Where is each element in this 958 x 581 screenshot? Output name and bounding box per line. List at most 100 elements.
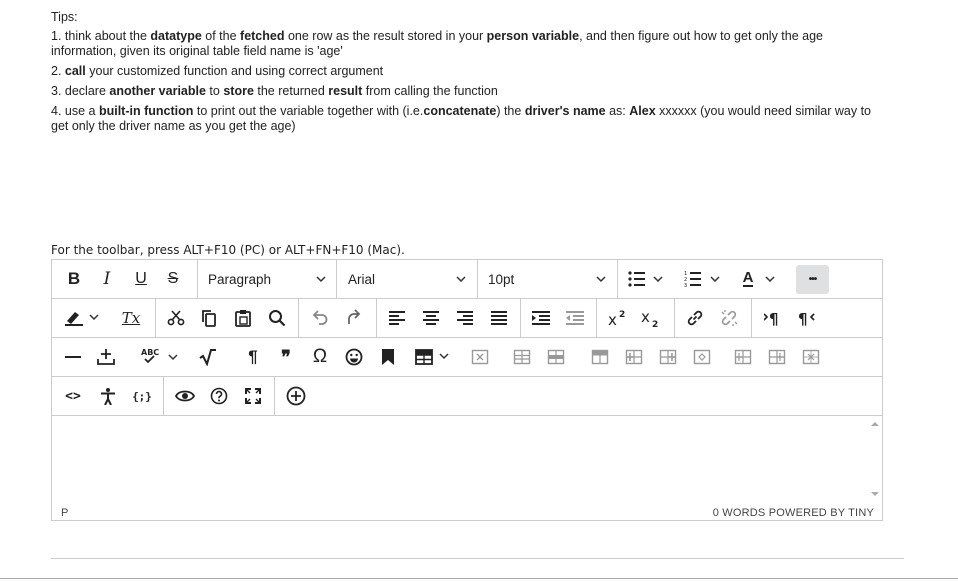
editor-content-area[interactable] bbox=[52, 416, 882, 504]
add-plugin-button[interactable] bbox=[285, 383, 307, 409]
delete-row-button[interactable] bbox=[589, 344, 611, 370]
bold-button[interactable]: B bbox=[64, 266, 84, 292]
scroll-down-icon[interactable] bbox=[870, 490, 880, 498]
toolbar-row-1: B I U S Paragraph Arial 10pt 123 A ••• bbox=[52, 260, 882, 299]
block-format-value: Paragraph bbox=[208, 271, 272, 287]
justify-button[interactable] bbox=[488, 305, 510, 331]
bookmark-icon bbox=[382, 349, 394, 365]
help-icon bbox=[210, 387, 228, 405]
superscript-button[interactable]: x2 bbox=[607, 305, 631, 331]
copy-icon bbox=[202, 310, 216, 327]
tip-bold-text: concatenate bbox=[423, 104, 497, 118]
col-insert-before-button[interactable] bbox=[623, 344, 645, 370]
font-size-select[interactable]: 10pt bbox=[488, 266, 610, 292]
numbered-list-button[interactable]: 123 bbox=[683, 266, 725, 292]
tip-item-3: 3. declare another variable to store the… bbox=[51, 84, 891, 99]
bullet-list-icon bbox=[628, 271, 663, 287]
font-color-button[interactable]: A bbox=[738, 266, 784, 292]
toolbar-separator bbox=[477, 260, 478, 298]
special-character-button[interactable]: Ω bbox=[309, 344, 331, 370]
table-cell-props-button[interactable] bbox=[732, 344, 754, 370]
spellcheck-icon: ABC bbox=[141, 348, 178, 364]
accessibility-button[interactable] bbox=[97, 383, 119, 409]
tip-text: to bbox=[205, 84, 224, 98]
toolbar-row-2: Tx x 2 x 2 ¶ ¶ bbox=[52, 299, 882, 338]
svg-text:2: 2 bbox=[652, 320, 658, 327]
equation-button[interactable] bbox=[197, 344, 219, 370]
tip-text: your customized function and using corre… bbox=[85, 64, 384, 78]
block-format-select[interactable]: Paragraph bbox=[208, 266, 330, 292]
rtl-button[interactable]: ¶ bbox=[796, 305, 818, 331]
row-insert-after-button[interactable] bbox=[545, 344, 567, 370]
redo-button[interactable] bbox=[343, 305, 365, 331]
code-sample-button[interactable]: {;} bbox=[130, 383, 154, 409]
insert-link-button[interactable] bbox=[684, 305, 706, 331]
delete-table-button[interactable] bbox=[469, 344, 491, 370]
pilcrow-button[interactable]: ¶ bbox=[242, 344, 264, 370]
find-replace-button[interactable] bbox=[266, 305, 288, 331]
copy-button[interactable] bbox=[198, 305, 220, 331]
ltr-button[interactable]: ¶ bbox=[762, 305, 784, 331]
blockquote-button[interactable]: ❞ bbox=[275, 344, 297, 370]
svg-text:x: x bbox=[641, 309, 650, 326]
element-path[interactable]: P bbox=[61, 507, 68, 519]
row-insert-before-button[interactable] bbox=[511, 344, 533, 370]
col-after-icon bbox=[659, 349, 677, 365]
editor-status-bar: P 0 WORDS POWERED BY TINY bbox=[52, 504, 882, 521]
fullscreen-icon bbox=[245, 388, 261, 404]
tips-section: Tips: 1. think about the datatype of the… bbox=[51, 10, 891, 139]
tip-item-1: 1. think about the datatype of the fetch… bbox=[51, 29, 891, 59]
scroll-up-icon[interactable] bbox=[870, 420, 880, 428]
insert-content-button[interactable] bbox=[95, 344, 117, 370]
undo-button[interactable] bbox=[309, 305, 331, 331]
insert-plus-icon bbox=[97, 349, 115, 365]
bullet-list-button[interactable] bbox=[626, 266, 668, 292]
row-before-icon bbox=[513, 349, 531, 365]
help-button[interactable] bbox=[208, 383, 230, 409]
svg-text:3: 3 bbox=[684, 283, 687, 288]
cut-button[interactable] bbox=[165, 305, 187, 331]
delete-col-icon bbox=[693, 349, 711, 365]
merge-cells-button[interactable] bbox=[766, 344, 788, 370]
underline-button[interactable]: U bbox=[131, 266, 151, 292]
emoticons-button[interactable] bbox=[343, 344, 365, 370]
preview-button[interactable] bbox=[174, 383, 196, 409]
tip-bold-text: built-in function bbox=[98, 104, 194, 118]
strikethrough-button[interactable]: S bbox=[163, 266, 183, 292]
more-options-button[interactable]: ••• bbox=[796, 265, 829, 294]
tip-bold-text: Alex bbox=[629, 104, 656, 118]
align-center-button[interactable] bbox=[420, 305, 442, 331]
horizontal-line-button[interactable] bbox=[62, 344, 84, 370]
outdent-button[interactable] bbox=[564, 305, 586, 331]
subscript-button[interactable]: x2 bbox=[640, 305, 664, 331]
indent-button[interactable] bbox=[530, 305, 552, 331]
toolbar-separator bbox=[520, 299, 521, 337]
tip-bold-text: datatype bbox=[150, 29, 202, 43]
source-code-button[interactable]: <> bbox=[62, 383, 84, 409]
align-right-button[interactable] bbox=[454, 305, 476, 331]
rich-text-editor: B I U S Paragraph Arial 10pt 123 A ••• T… bbox=[51, 259, 883, 521]
scissors-icon bbox=[167, 310, 185, 326]
toolbar-separator bbox=[336, 260, 337, 298]
italic-button[interactable]: I bbox=[97, 266, 117, 292]
table-button[interactable] bbox=[414, 344, 456, 370]
clear-formatting-button[interactable]: Tx bbox=[120, 305, 142, 331]
paste-button[interactable] bbox=[232, 305, 254, 331]
split-cells-button[interactable] bbox=[800, 344, 822, 370]
link-icon bbox=[687, 310, 703, 326]
delete-col-button[interactable] bbox=[691, 344, 713, 370]
word-count[interactable]: 0 WORDS POWERED BY TINY bbox=[713, 507, 874, 519]
anchor-button[interactable] bbox=[377, 344, 399, 370]
toolbar-separator bbox=[163, 377, 164, 415]
fullscreen-button[interactable] bbox=[242, 383, 264, 409]
spellcheck-button[interactable]: ABC bbox=[138, 344, 184, 370]
remove-link-button[interactable] bbox=[718, 305, 740, 331]
superscript-icon: x2 bbox=[608, 310, 625, 327]
font-family-select[interactable]: Arial bbox=[348, 266, 470, 292]
col-insert-after-button[interactable] bbox=[657, 344, 679, 370]
undo-icon bbox=[312, 310, 328, 325]
tip-text: from calling the function bbox=[362, 84, 498, 98]
align-left-button[interactable] bbox=[386, 305, 408, 331]
highlight-color-button[interactable] bbox=[62, 305, 104, 331]
toolbar-row-4: <> {;} bbox=[52, 377, 882, 416]
